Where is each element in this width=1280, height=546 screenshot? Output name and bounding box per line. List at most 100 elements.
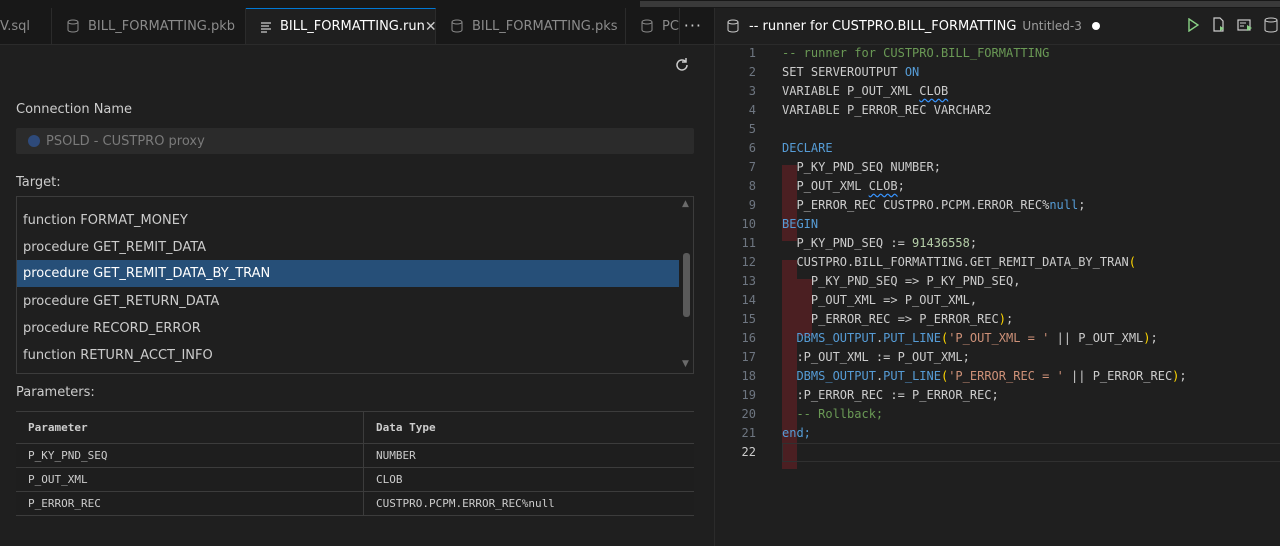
code-line: 4 VARIABLE P_ERROR_REC VARCHAR2 <box>715 101 1280 120</box>
code-token: VARIABLE P_OUT_XML <box>782 84 920 98</box>
code-text: P_ERROR_REC CUSTPRO.PCPM.ERROR_REC%null; <box>782 196 1085 215</box>
table-row[interactable]: P_OUT_XML CLOB <box>16 468 694 492</box>
code-token: ) <box>998 312 1006 326</box>
code-line: 16 DBMS_OUTPUT.PUT_LINE('P_OUT_XML = ' |… <box>715 329 1280 348</box>
code-text: CUSTPRO.BILL_FORMATTING.GET_REMIT_DATA_B… <box>782 253 1136 272</box>
list-item[interactable]: function FORMAT_MONEY <box>17 207 679 234</box>
line-number: 12 <box>741 255 756 269</box>
code-line: 20 -- Rollback; <box>715 405 1280 424</box>
code-line: 17 :P_OUT_XML := P_OUT_XML; <box>715 348 1280 367</box>
list-item[interactable]: procedure GET_RETURN_DATA <box>17 288 679 315</box>
refresh-icon[interactable] <box>673 56 693 76</box>
line-number: 6 <box>748 141 756 155</box>
database-icon <box>640 19 654 33</box>
code-line: 6 DECLARE <box>715 139 1280 158</box>
parameters-label: Parameters: <box>16 385 95 400</box>
tab-v-sql[interactable]: V.sql <box>0 8 52 44</box>
code-line: 5 <box>715 120 1280 139</box>
code-text: P_KY_PND_SEQ NUMBER; <box>782 160 941 174</box>
line-number: 17 <box>741 350 756 364</box>
code-token: ; <box>1179 369 1187 383</box>
param-name: P_ERROR_REC <box>16 492 364 515</box>
close-icon[interactable]: ✕ <box>425 19 435 35</box>
editor-actions <box>1184 16 1280 34</box>
param-type: CUSTPRO.PCPM.ERROR_REC%null <box>376 497 555 510</box>
parameters-table: Parameter Data Type P_KY_PND_SEQ NUMBER … <box>16 411 694 516</box>
target-list[interactable]: function FORMAT_MONEY procedure GET_REMI… <box>16 196 694 374</box>
code-token: ; <box>1150 331 1158 345</box>
table-header-row: Parameter Data Type <box>16 412 694 444</box>
code-line: 2 SET SERVEROUTPUT ON <box>715 63 1280 82</box>
scroll-thumb[interactable] <box>683 253 690 317</box>
code-text: VARIABLE P_OUT_XML CLOB <box>782 82 948 101</box>
code-token: P_OUT_XML <box>782 179 869 193</box>
code-token: CLOB <box>919 84 949 98</box>
table-row[interactable]: P_ERROR_REC CUSTPRO.PCPM.ERROR_REC%null <box>16 492 694 516</box>
code-line: 19 :P_ERROR_REC := P_ERROR_REC; <box>715 386 1280 405</box>
code-token: ( <box>1128 255 1137 269</box>
tab-label: V.sql <box>0 18 30 34</box>
code-line: 18 DBMS_OUTPUT.PUT_LINE('P_ERROR_REC = '… <box>715 367 1280 386</box>
line-number: 10 <box>741 217 756 231</box>
code-token: CLOB <box>868 179 898 193</box>
code-line: 11 P_KY_PND_SEQ := 91436558; <box>715 234 1280 253</box>
line-number: 20 <box>741 407 756 421</box>
line-number: 8 <box>748 179 756 193</box>
code-token: ON <box>904 65 920 79</box>
editor-tab-title: -- runner for CUSTPRO.BILL_FORMATTING <box>749 18 1017 34</box>
code-text: -- Rollback; <box>782 407 884 421</box>
list-item[interactable]: procedure GET_REMIT_DATA <box>17 234 679 261</box>
list-item[interactable]: procedure RECORD_ERROR <box>17 315 679 342</box>
tab-label: PC <box>662 18 679 34</box>
table-row[interactable]: P_KY_PND_SEQ NUMBER <box>16 444 694 468</box>
list-item-partial <box>17 196 679 197</box>
run-file-icon[interactable] <box>1210 16 1228 34</box>
connection-name-field[interactable]: PSOLD - CUSTPRO proxy <box>16 128 694 154</box>
code-token: 91436558 <box>912 236 970 250</box>
code-text: P_KY_PND_SEQ := 91436558; <box>782 234 977 253</box>
tab-pc[interactable]: PC <box>626 8 680 44</box>
code-token: ; <box>1078 198 1086 212</box>
code-token: 'P_ERROR_REC = ' <box>948 369 1064 383</box>
run-icon[interactable] <box>1184 16 1202 34</box>
horizontal-scroll-thumb[interactable] <box>640 1 1280 7</box>
code-text: P_OUT_XML => P_OUT_XML, <box>782 293 978 307</box>
database-icon <box>727 19 741 33</box>
line-number: 21 <box>741 426 756 440</box>
column-header-parameter: Parameter <box>16 412 364 443</box>
connection-status-icon <box>28 135 40 147</box>
runner-form-panel: V.sql BILL_FORMATTING.pkb BILL_FORMATTIN… <box>0 8 714 546</box>
code-area[interactable]: 1 -- runner for CUSTPRO.BILL_FORMATTING 2… <box>715 44 1280 469</box>
line-number: 7 <box>748 160 756 174</box>
more-actions-icon[interactable]: ··· <box>684 16 702 35</box>
line-number: 9 <box>748 198 756 212</box>
tab-bill-formatting-run[interactable]: BILL_FORMATTING.run ✕ <box>246 8 436 44</box>
code-text: DECLARE <box>782 141 833 155</box>
line-number: 4 <box>748 103 756 117</box>
code-token: ; <box>1005 312 1014 326</box>
line-number: 16 <box>741 331 756 345</box>
scroll-down-icon[interactable]: ▼ <box>682 359 689 369</box>
line-number: 19 <box>741 388 756 402</box>
param-name: P_OUT_XML <box>16 468 364 491</box>
run-script-icon[interactable] <box>1236 16 1254 34</box>
editor-tab-subtitle: Untitled-3 <box>1022 19 1082 33</box>
list-item-selected[interactable]: procedure GET_REMIT_DATA_BY_TRAN <box>17 260 679 287</box>
tab-bill-formatting-pks[interactable]: BILL_FORMATTING.pks <box>436 8 626 44</box>
code-token: P_ERROR_REC CUSTPRO.PCPM.ERROR_REC% <box>782 198 1050 212</box>
scroll-up-icon[interactable]: ▲ <box>682 199 689 209</box>
code-editor-panel: -- runner for CUSTPRO.BILL_FORMATTING Un… <box>715 8 1280 546</box>
database-action-icon[interactable] <box>1262 16 1280 34</box>
target-list-scrollbar[interactable]: ▲ ▼ <box>679 197 693 373</box>
line-number: 3 <box>748 84 756 98</box>
param-type: CLOB <box>376 473 403 486</box>
unsaved-dot-icon[interactable] <box>1091 22 1100 30</box>
tab-bill-formatting-pkb[interactable]: BILL_FORMATTING.pkb <box>52 8 246 44</box>
code-line: 9 P_ERROR_REC CUSTPRO.PCPM.ERROR_REC%nul… <box>715 196 1280 215</box>
list-item[interactable]: function RETURN_ACCT_INFO <box>17 342 679 369</box>
code-text: :P_OUT_XML := P_OUT_XML; <box>782 350 970 364</box>
code-text: P_KY_PND_SEQ => P_KY_PND_SEQ, <box>782 274 1021 288</box>
param-type: NUMBER <box>376 449 416 462</box>
